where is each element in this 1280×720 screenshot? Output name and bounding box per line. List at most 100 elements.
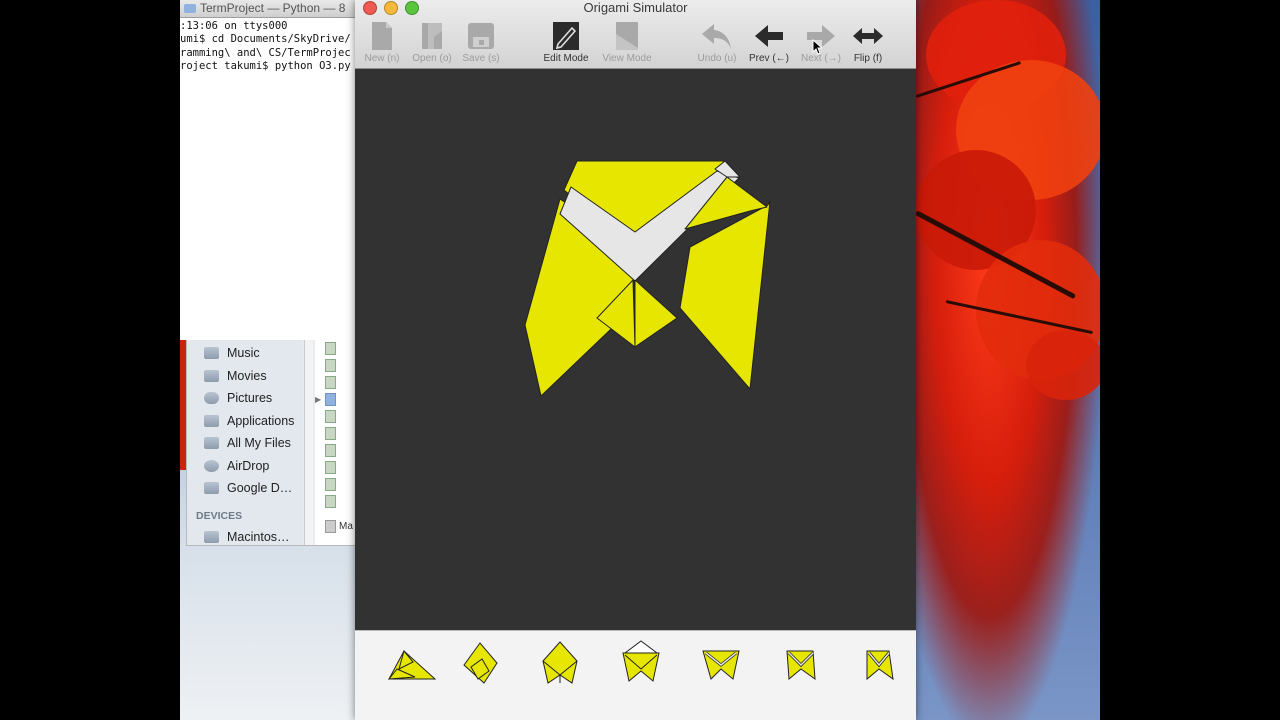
- terminal-title: TermProject — Python — 8: [200, 1, 346, 15]
- step-1[interactable]: [379, 639, 439, 689]
- fold-center-right: [634, 279, 678, 348]
- file-icon: [325, 461, 336, 474]
- flip-label: Flip (f): [853, 53, 883, 64]
- files-icon: [204, 437, 219, 450]
- window-toolbar: Origami Simulator New (n) Open (o) Save …: [355, 0, 916, 69]
- new-document-icon: [372, 22, 392, 50]
- file-row[interactable]: Ma: [315, 518, 357, 535]
- save-label: Save (s): [462, 53, 500, 64]
- window-title: Origami Simulator: [583, 0, 688, 15]
- sidebar-item-pictures[interactable]: Pictures: [187, 387, 303, 410]
- disk-icon: [204, 530, 219, 543]
- sidebar-item-label: AirDrop: [227, 458, 270, 473]
- terminal-line: umi$ cd Documents/SkyDrive/: [180, 33, 351, 46]
- folder-icon: [204, 347, 219, 360]
- flip-button[interactable]: Flip (f): [838, 19, 898, 65]
- sidebar-item-movies[interactable]: Movies: [187, 365, 303, 388]
- disk-icon: [325, 520, 336, 533]
- sidebar-item-label: Google D…: [227, 481, 293, 496]
- step-7[interactable]: [855, 639, 915, 689]
- sidebar-item-label: All My Files: [227, 436, 291, 451]
- file-icon: [325, 444, 336, 457]
- screen: TermProject — Python — 8 :13:06 on ttys0…: [180, 0, 1100, 720]
- left-arrow-icon: [755, 25, 783, 47]
- sidebar-item-google-drive[interactable]: Google D…: [187, 477, 303, 500]
- save-disk-icon: [468, 23, 494, 49]
- devices-header: DEVICES: [196, 509, 243, 522]
- file-row[interactable]: ▶: [315, 391, 357, 408]
- file-icon: [325, 478, 336, 491]
- sidebar-item-music[interactable]: Music: [187, 342, 303, 365]
- terminal-window[interactable]: TermProject — Python — 8 :13:06 on ttys0…: [180, 0, 357, 340]
- undo-arrow-icon: [702, 24, 731, 49]
- prev-button[interactable]: Prev (←): [739, 19, 799, 65]
- file-icon: [325, 342, 336, 355]
- sidebar-item-macintosh-hd[interactable]: Macintos…: [187, 526, 303, 546]
- file-icon: [325, 427, 336, 440]
- step-6[interactable]: [775, 639, 835, 689]
- camera-icon: [204, 392, 219, 405]
- open-document-icon: [422, 23, 442, 49]
- file-row[interactable]: [315, 340, 357, 357]
- terminal-line: ramming\ and\ CS/TermProjec: [180, 46, 351, 59]
- terminal-line: roject takumi$ python O3.py: [180, 60, 351, 73]
- edit-mode-button[interactable]: Edit Mode: [536, 19, 596, 65]
- terminal-line: :13:06 on ttys000: [180, 20, 288, 32]
- file-icon: [325, 410, 336, 423]
- folder-icon: [204, 414, 219, 427]
- save-button[interactable]: Save (s): [451, 19, 511, 65]
- movies-icon: [204, 369, 219, 382]
- file-icon: [325, 359, 336, 372]
- folder-icon: [325, 393, 336, 406]
- step-3[interactable]: [535, 639, 595, 689]
- terminal-output[interactable]: :13:06 on ttys000 umi$ cd Documents/SkyD…: [180, 20, 356, 74]
- origami-model[interactable]: [355, 69, 916, 630]
- file-row[interactable]: [315, 357, 357, 374]
- file-row[interactable]: [315, 459, 357, 476]
- finder-sidebar: Music Movies Pictures Applications All M…: [187, 340, 303, 545]
- undo-button[interactable]: Undo (u): [687, 19, 747, 65]
- sidebar-item-airdrop[interactable]: AirDrop: [187, 455, 303, 478]
- file-row[interactable]: [315, 493, 357, 510]
- view-mode-button[interactable]: View Mode: [597, 19, 657, 65]
- finder-file-list[interactable]: ▶ Ma: [315, 340, 357, 545]
- disclosure-triangle-icon[interactable]: ▶: [315, 395, 325, 404]
- sidebar-item-label: Applications: [227, 413, 295, 428]
- file-row[interactable]: [315, 425, 357, 442]
- prev-label: Prev (←): [749, 53, 789, 64]
- maple-tree-wallpaper: [916, 0, 1100, 720]
- step-thumbnails: [355, 630, 916, 720]
- sidebar-item-label: Macintos…: [227, 529, 290, 544]
- airdrop-icon: [204, 459, 219, 472]
- edit-mode-label: Edit Mode: [543, 53, 589, 64]
- sidebar-scrollbar[interactable]: [304, 340, 313, 545]
- sidebar-item-applications[interactable]: Applications: [187, 410, 303, 433]
- sidebar-item-all-my-files[interactable]: All My Files: [187, 432, 303, 455]
- double-arrow-icon: [853, 28, 883, 44]
- pencil-icon: [553, 22, 579, 50]
- finder-window: Music Movies Pictures Applications All M…: [186, 340, 358, 546]
- page-icon: [616, 22, 638, 50]
- folder-icon: [204, 482, 219, 495]
- mouse-cursor-icon: [812, 39, 822, 55]
- undo-label: Undo (u): [697, 53, 737, 64]
- origami-canvas[interactable]: [355, 69, 916, 630]
- file-row[interactable]: [315, 374, 357, 391]
- sidebar-item-label: Movies: [227, 368, 267, 383]
- sidebar-item-label: Music: [227, 346, 260, 361]
- file-row[interactable]: [315, 442, 357, 459]
- step-2[interactable]: [456, 639, 516, 689]
- step-5[interactable]: [695, 639, 755, 689]
- file-row[interactable]: [315, 476, 357, 493]
- file-label: Ma: [339, 521, 353, 532]
- view-mode-label: View Mode: [602, 53, 652, 64]
- terminal-titlebar[interactable]: TermProject — Python — 8: [180, 0, 356, 18]
- origami-simulator-window: Origami Simulator New (n) Open (o) Save …: [355, 0, 916, 720]
- file-icon: [325, 376, 336, 389]
- fold-right-wing: [679, 200, 771, 390]
- file-row[interactable]: [315, 408, 357, 425]
- file-icon: [325, 495, 336, 508]
- sidebar-item-label: Pictures: [227, 391, 273, 406]
- step-4[interactable]: [615, 639, 675, 689]
- folder-icon: [184, 4, 196, 13]
